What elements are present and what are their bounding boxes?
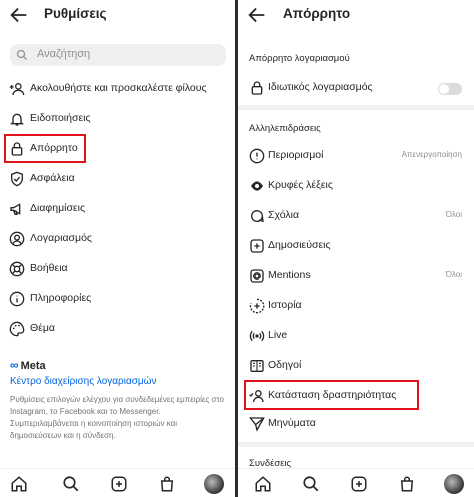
privacy-header: Απόρρητο: [238, 0, 474, 32]
info-icon: [9, 291, 25, 307]
section-account-privacy: Απόρρητο λογαριασμού: [249, 53, 350, 64]
profile-avatar[interactable]: [444, 474, 464, 494]
section-interactions: Αλληλεπιδράσεις: [249, 123, 321, 134]
shop-icon[interactable]: [398, 475, 416, 493]
settings-item-notifications[interactable]: Ειδοποιήσεις: [0, 106, 235, 132]
settings-item-label: Ακολουθήστε και προσκαλέστε φίλους: [30, 82, 207, 94]
privacy-item-label: Σχόλια: [268, 209, 300, 221]
privacy-item-posts[interactable]: Δημοσιεύσεις: [238, 233, 474, 259]
privacy-item-story[interactable]: Ιστορία: [238, 293, 474, 319]
lifebuoy-icon: [9, 261, 25, 277]
shop-icon[interactable]: [158, 475, 176, 493]
at-icon: [250, 269, 264, 283]
highlight-box-activity-status: [244, 380, 419, 410]
search-icon: [16, 49, 27, 60]
profile-avatar[interactable]: [204, 474, 224, 494]
search-icon[interactable]: [302, 475, 320, 493]
meta-logo-text: Meta: [20, 360, 46, 372]
privacy-item-value: Απενεργοποίηση: [401, 150, 462, 159]
shield-icon: [11, 171, 23, 187]
search-placeholder: Αναζήτηση: [37, 48, 91, 60]
settings-item-help[interactable]: Βοήθεια: [0, 256, 235, 282]
add-person-icon: [9, 83, 25, 96]
settings-header: Ρυθμίσεις: [0, 0, 235, 32]
palette-icon: [9, 321, 25, 337]
bottom-nav: [0, 468, 235, 497]
account-icon: [9, 231, 25, 247]
accounts-center-link[interactable]: Κέντρο διαχείρισης λογαριασμών: [10, 376, 156, 387]
settings-item-follow-invite[interactable]: Ακολουθήστε και προσκαλέστε φίλους: [0, 76, 235, 102]
settings-item-security[interactable]: Ασφάλεια: [0, 166, 235, 192]
divider: [238, 442, 474, 447]
private-account-toggle[interactable]: [438, 83, 462, 95]
home-icon[interactable]: [10, 475, 28, 493]
send-icon: [249, 417, 265, 432]
private-account-row[interactable]: Ιδιωτικός λογαριασμός: [238, 75, 474, 101]
meta-infinity-icon: ∞: [10, 358, 19, 372]
privacy-item-value: Όλοι: [445, 210, 462, 219]
book-icon: [250, 360, 264, 372]
privacy-item-label: Κρυφές λέξεις: [268, 179, 333, 191]
privacy-item-live[interactable]: Live: [238, 323, 474, 349]
search-icon[interactable]: [62, 475, 80, 493]
private-account-label: Ιδιωτικός λογαριασμός: [268, 81, 373, 93]
privacy-item-value: Όλοι: [445, 270, 462, 279]
settings-item-label: Βοήθεια: [30, 262, 68, 274]
settings-item-label: Διαφημίσεις: [30, 202, 86, 214]
divider: [238, 105, 474, 110]
privacy-item-label: Περιορισμοί: [268, 149, 324, 161]
bell-icon: [10, 113, 24, 126]
restrict-icon: [249, 148, 265, 164]
settings-item-label: Ειδοποιήσεις: [30, 112, 91, 124]
privacy-panel: Απόρρητο Απόρρητο λογαριασμού Ιδιωτικός …: [238, 0, 474, 497]
settings-item-about[interactable]: Πληροφορίες: [0, 286, 235, 312]
privacy-item-label: Δημοσιεύσεις: [268, 239, 331, 251]
meta-logo: ∞ Meta: [10, 358, 46, 372]
privacy-item-label: Mentions: [268, 269, 311, 281]
privacy-item-guides[interactable]: Οδηγοί: [238, 353, 474, 379]
privacy-item-comments[interactable]: Σχόλια Όλοι: [238, 203, 474, 229]
privacy-item-hidden-words[interactable]: Κρυφές λέξεις: [238, 173, 474, 199]
live-icon: [249, 330, 265, 342]
new-post-icon[interactable]: [110, 475, 128, 493]
lock-icon: [251, 81, 263, 95]
settings-item-label: Πληροφορίες: [30, 292, 92, 304]
plus-square-icon: [250, 239, 264, 253]
settings-item-label: Θέμα: [30, 322, 55, 334]
back-arrow-icon[interactable]: [246, 4, 268, 26]
highlight-box-privacy: [4, 134, 86, 163]
settings-item-label: Ασφάλεια: [30, 172, 75, 184]
home-icon[interactable]: [254, 475, 272, 493]
privacy-item-label: Οδηγοί: [268, 359, 302, 371]
comment-icon: [251, 210, 264, 223]
settings-item-theme[interactable]: Θέμα: [0, 316, 235, 342]
page-title: Απόρρητο: [283, 6, 351, 21]
settings-item-label: Λογαριασμός: [30, 232, 92, 244]
search-input[interactable]: Αναζήτηση: [10, 44, 226, 66]
new-post-icon[interactable]: [350, 475, 368, 493]
settings-item-account[interactable]: Λογαριασμός: [0, 226, 235, 252]
privacy-item-mentions[interactable]: Mentions Όλοι: [238, 263, 474, 289]
privacy-item-restricted[interactable]: Περιορισμοί Απενεργοποίηση: [238, 143, 474, 169]
settings-panel: Ρυθμίσεις Αναζήτηση Ακολουθήστε και προσ…: [0, 0, 235, 497]
page-title: Ρυθμίσεις: [44, 6, 107, 21]
privacy-item-label: Μηνύματα: [268, 417, 316, 429]
settings-item-ads[interactable]: Διαφημίσεις: [0, 196, 235, 222]
hidden-words-icon: [251, 181, 263, 191]
story-icon: [249, 298, 265, 314]
privacy-item-label: Ιστορία: [268, 299, 302, 311]
back-arrow-icon[interactable]: [8, 4, 30, 26]
bottom-nav: [238, 468, 474, 497]
megaphone-icon: [10, 203, 21, 215]
privacy-item-label: Live: [268, 329, 288, 341]
privacy-item-messages[interactable]: Μηνύματα: [238, 411, 474, 437]
accounts-center-description: Ρυθμίσεις επιλογών ελέγχου για συνδεδεμέ…: [10, 395, 224, 440]
